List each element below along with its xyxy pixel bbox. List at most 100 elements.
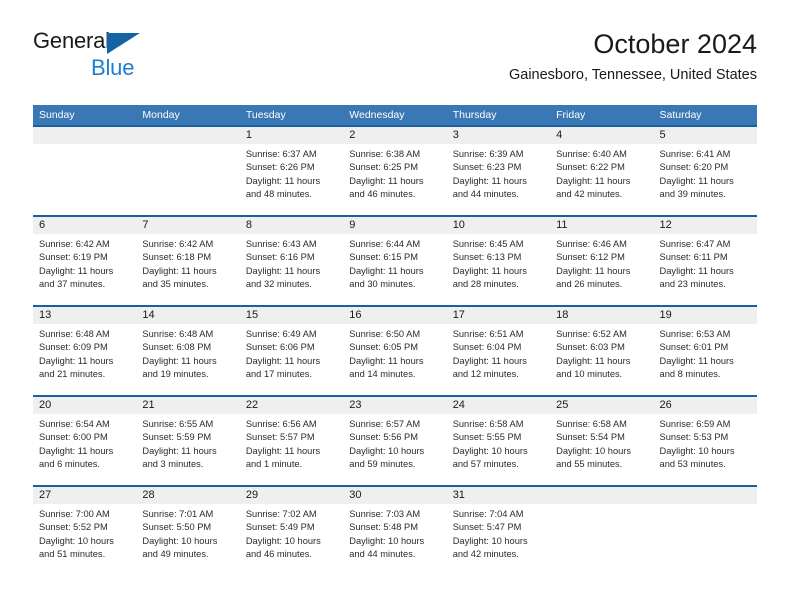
day-cell-empty [550, 487, 654, 575]
day-daylight1-text: Daylight: 11 hours [142, 265, 217, 276]
day-daylight2-text: and 14 minutes. [349, 368, 416, 379]
day-sunset-text: Sunset: 5:53 PM [659, 432, 729, 443]
day-cell[interactable]: 28 Sunrise: 7:01 AM Sunset: 5:50 PM Dayligh… [136, 487, 240, 575]
day-number: 5 [653, 127, 757, 144]
day-sunset-text: Sunset: 6:12 PM [556, 252, 625, 263]
day-daylight1-text: Daylight: 10 hours [142, 535, 218, 546]
day-number: 19 [653, 307, 757, 324]
day-cell[interactable]: 5 Sunrise: 6:41 AM Sunset: 6:20 PM Daylight… [653, 127, 757, 215]
day-cell[interactable]: 4 Sunrise: 6:40 AM Sunset: 6:22 PM Daylight… [550, 127, 654, 215]
day-cell[interactable]: 21 Sunrise: 6:55 AM Sunset: 5:59 PM Dayligh… [136, 397, 240, 485]
day-cell[interactable]: 2 Sunrise: 6:38 AM Sunset: 6:25 PM Daylight… [343, 127, 447, 215]
day-daylight1-text: Daylight: 11 hours [452, 355, 527, 366]
day-cell[interactable]: 18 Sunrise: 6:52 AM Sunset: 6:03 PM Dayligh… [550, 307, 654, 395]
day-sunset-text: Sunset: 6:03 PM [556, 342, 625, 353]
day-sunset-text: Sunset: 5:47 PM [452, 522, 522, 533]
day-number: 23 [343, 397, 447, 414]
day-cell[interactable]: 10 Sunrise: 6:45 AM Sunset: 6:13 PM Dayligh… [446, 217, 551, 305]
day-daylight1-text: Daylight: 11 hours [245, 265, 321, 276]
day-cell[interactable]: 27 Sunrise: 7:00 AM Sunset: 5:52 PM Dayligh… [33, 487, 137, 575]
day-sunrise-text: Sunrise: 6:51 AM [452, 329, 524, 339]
day-cell[interactable]: 26 Sunrise: 6:59 AM Sunset: 5:53 PM Dayligh… [653, 397, 757, 485]
day-sunset-text: Sunset: 5:49 PM [245, 522, 315, 533]
day-sun-info: Sunrise: 6:41 AM Sunset: 6:20 PM Daylight:… [654, 144, 757, 201]
day-cell[interactable]: 3 Sunrise: 6:39 AM Sunset: 6:23 PM Daylight… [446, 127, 551, 215]
day-cell[interactable]: 22 Sunrise: 6:56 AM Sunset: 5:57 PM Dayligh… [239, 397, 344, 485]
day-daylight1-text: Daylight: 11 hours [39, 355, 114, 366]
day-sun-info: Sunrise: 6:47 AM Sunset: 6:11 PM Daylight:… [654, 234, 757, 291]
day-sunrise-text: Sunrise: 6:39 AM [452, 149, 524, 159]
day-cell[interactable]: 23 Sunrise: 6:57 AM Sunset: 5:56 PM Dayligh… [343, 397, 447, 485]
day-daylight1-text: Daylight: 11 hours [452, 265, 527, 276]
day-number: 21 [136, 397, 240, 414]
day-cell[interactable]: 13 Sunrise: 6:48 AM Sunset: 6:09 PM Dayligh… [33, 307, 137, 395]
day-sunrise-text: Sunrise: 6:56 AM [245, 419, 317, 429]
day-cell[interactable]: 30 Sunrise: 7:03 AM Sunset: 5:48 PM Dayligh… [343, 487, 447, 575]
day-sunset-text: Sunset: 6:15 PM [349, 252, 418, 263]
day-daylight1-text: Daylight: 11 hours [659, 355, 734, 366]
day-sunset-text: Sunset: 6:18 PM [142, 252, 212, 263]
day-sun-info: Sunrise: 7:01 AM Sunset: 5:50 PM Daylight:… [136, 504, 239, 561]
day-sun-info: Sunrise: 7:02 AM Sunset: 5:49 PM Daylight:… [240, 504, 343, 561]
day-cell[interactable]: 29 Sunrise: 7:02 AM Sunset: 5:49 PM Dayligh… [239, 487, 344, 575]
day-daylight2-text: and 28 minutes. [452, 278, 519, 289]
day-cell[interactable]: 15 Sunrise: 6:49 AM Sunset: 6:06 PM Dayligh… [239, 307, 344, 395]
day-daylight1-text: Daylight: 10 hours [245, 535, 321, 546]
day-daylight1-text: Daylight: 11 hours [245, 445, 321, 456]
day-number: 28 [136, 487, 240, 504]
day-sunrise-text: Sunrise: 6:43 AM [245, 239, 317, 249]
day-cell[interactable]: 7 Sunrise: 6:42 AM Sunset: 6:18 PM Daylight… [136, 217, 240, 305]
day-sunset-text: Sunset: 5:55 PM [452, 432, 522, 443]
day-sun-info: Sunrise: 6:50 AM Sunset: 6:05 PM Daylight:… [343, 324, 446, 381]
day-sunrise-text: Sunrise: 6:42 AM [39, 239, 110, 249]
day-daylight2-text: and 21 minutes. [39, 368, 106, 379]
day-cell[interactable]: 16 Sunrise: 6:50 AM Sunset: 6:05 PM Dayligh… [343, 307, 447, 395]
day-number: 1 [239, 127, 344, 144]
day-number: 9 [343, 217, 447, 234]
calendar-page: General Blue October 2024 Gainesboro, Te… [0, 0, 792, 612]
day-cell[interactable]: 14 Sunrise: 6:48 AM Sunset: 6:08 PM Dayligh… [136, 307, 240, 395]
day-cell[interactable]: 6 Sunrise: 6:42 AM Sunset: 6:19 PM Daylight… [33, 217, 137, 305]
day-sunrise-text: Sunrise: 6:49 AM [245, 329, 317, 339]
day-cell[interactable]: 12 Sunrise: 6:47 AM Sunset: 6:11 PM Dayligh… [653, 217, 757, 305]
day-cell[interactable]: 1 Sunrise: 6:37 AM Sunset: 6:26 PM Daylight… [239, 127, 344, 215]
title-block: October 2024 Gainesboro, Tennessee, Unit… [509, 28, 757, 85]
day-sunrise-text: Sunrise: 6:45 AM [452, 239, 524, 249]
day-sunrise-text: Sunrise: 6:48 AM [39, 329, 110, 339]
day-daylight2-text: and 46 minutes. [245, 548, 312, 559]
day-daylight1-text: Daylight: 10 hours [556, 445, 632, 456]
day-daylight1-text: Daylight: 11 hours [349, 265, 424, 276]
day-cell[interactable]: 8 Sunrise: 6:43 AM Sunset: 6:16 PM Daylight… [239, 217, 344, 305]
day-number: 17 [446, 307, 551, 324]
day-cell[interactable]: 31 Sunrise: 7:04 AM Sunset: 5:47 PM Dayligh… [446, 487, 551, 575]
calendar-week-row: 1 Sunrise: 6:37 AM Sunset: 6:26 PM Daylight… [33, 125, 757, 215]
day-sun-info: Sunrise: 6:39 AM Sunset: 6:23 PM Daylight:… [447, 144, 550, 201]
day-daylight2-text: and 8 minutes. [659, 368, 721, 379]
day-number: 27 [33, 487, 137, 504]
day-daylight1-text: Daylight: 10 hours [349, 445, 425, 456]
brand-name-blue: Blue [91, 55, 135, 80]
day-daylight1-text: Daylight: 10 hours [39, 535, 114, 546]
weekday-header-monday: Monday [142, 109, 180, 121]
calendar-weeks: 1 Sunrise: 6:37 AM Sunset: 6:26 PM Daylight… [33, 125, 757, 575]
day-daylight1-text: Daylight: 11 hours [349, 175, 424, 186]
brand-logo-top-row: General [33, 28, 263, 54]
day-cell[interactable]: 24 Sunrise: 6:58 AM Sunset: 5:55 PM Dayligh… [446, 397, 551, 485]
day-number [33, 127, 137, 144]
calendar-week-row: 6 Sunrise: 6:42 AM Sunset: 6:19 PM Daylight… [33, 215, 757, 305]
day-cell[interactable]: 25 Sunrise: 6:58 AM Sunset: 5:54 PM Dayligh… [550, 397, 654, 485]
day-sun-info: Sunrise: 7:04 AM Sunset: 5:47 PM Daylight:… [447, 504, 550, 561]
day-daylight2-text: and 23 minutes. [659, 278, 726, 289]
day-cell[interactable]: 20 Sunrise: 6:54 AM Sunset: 6:00 PM Dayligh… [33, 397, 137, 485]
day-daylight1-text: Daylight: 11 hours [142, 445, 217, 456]
day-cell[interactable]: 11 Sunrise: 6:46 AM Sunset: 6:12 PM Dayligh… [550, 217, 654, 305]
day-daylight1-text: Daylight: 11 hours [245, 355, 321, 366]
day-cell[interactable]: 17 Sunrise: 6:51 AM Sunset: 6:04 PM Dayligh… [446, 307, 551, 395]
day-cell[interactable]: 19 Sunrise: 6:53 AM Sunset: 6:01 PM Dayligh… [653, 307, 757, 395]
day-number: 22 [239, 397, 344, 414]
day-sunrise-text: Sunrise: 6:50 AM [349, 329, 421, 339]
brand-logo[interactable]: General Blue [33, 28, 263, 88]
day-cell[interactable]: 9 Sunrise: 6:44 AM Sunset: 6:15 PM Daylight… [343, 217, 447, 305]
day-daylight2-text: and 46 minutes. [349, 188, 416, 199]
day-sunset-text: Sunset: 6:22 PM [556, 162, 625, 173]
